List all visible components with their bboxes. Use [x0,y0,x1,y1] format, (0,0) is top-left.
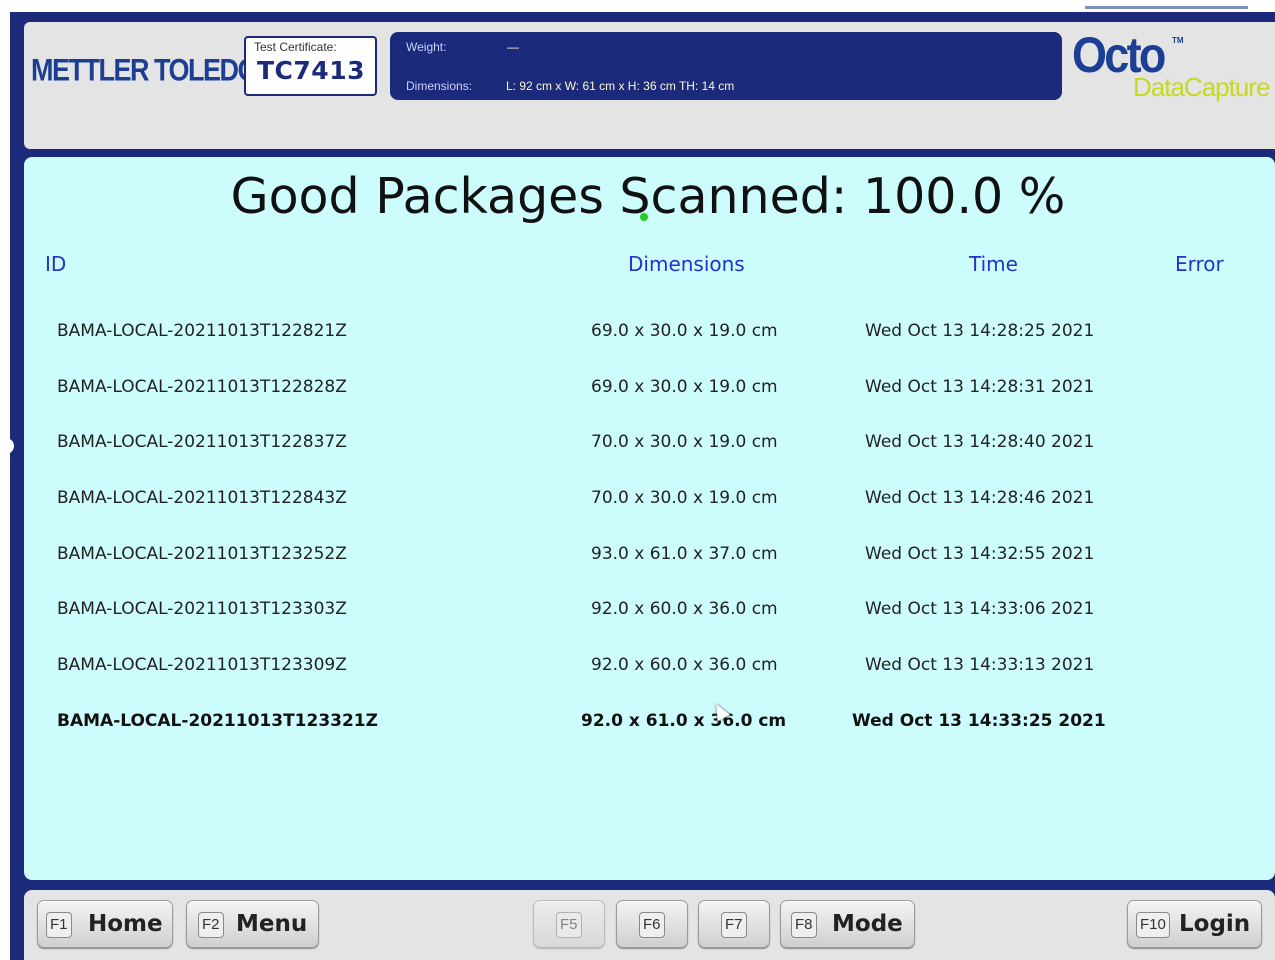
f8-mode-button[interactable]: F8 Mode [780,900,915,948]
good-packages-percentage: 100.0 % [862,168,1066,225]
f1-home-button[interactable]: F1 Home [37,900,173,948]
f7-button[interactable]: F7 [698,900,770,948]
test-certificate-code: TC7413 [257,56,365,85]
f1-key-code: F1 [46,912,72,938]
f5-button: F5 [533,900,605,948]
table-row[interactable]: BAMA-LOCAL-20211013T123303Z 92.0 x 60.0 … [0,599,1275,629]
row-id: BAMA-LOCAL-20211013T123321Z [57,711,378,731]
trademark-mark: TM [1172,36,1184,45]
column-header-error: Error [1175,252,1224,276]
row-dimensions: 92.0 x 60.0 x 36.0 cm [591,599,778,619]
top-edge-line [1085,6,1248,9]
row-dimensions: 92.0 x 61.0 x 36.0 cm [581,711,787,731]
row-id: BAMA-LOCAL-20211013T123252Z [57,544,347,564]
measurement-info-bar: Weight: — Dimensions: L: 92 cm x W: 61 c… [390,32,1062,100]
f1-key-label: Home [88,911,163,937]
f10-login-button[interactable]: F10 Login [1127,900,1262,948]
column-header-time: Time [969,252,1018,276]
row-id: BAMA-LOCAL-20211013T122828Z [57,377,347,397]
table-row-latest[interactable]: BAMA-LOCAL-20211013T123321Z 92.0 x 61.0 … [0,711,1275,741]
row-id: BAMA-LOCAL-20211013T123309Z [57,655,347,675]
dimensions-label: Dimensions: [406,79,473,93]
f8-key-label: Mode [832,911,903,937]
row-time: Wed Oct 13 14:33:06 2021 [865,599,1095,619]
table-row[interactable]: BAMA-LOCAL-20211013T123309Z 92.0 x 60.0 … [0,655,1275,685]
row-time: Wed Oct 13 14:33:25 2021 [852,711,1106,731]
column-header-id: ID [45,252,67,276]
row-time: Wed Oct 13 14:28:31 2021 [865,377,1095,397]
row-id: BAMA-LOCAL-20211013T122843Z [57,488,347,508]
table-row[interactable]: BAMA-LOCAL-20211013T122821Z 69.0 x 30.0 … [0,321,1275,351]
f8-key-code: F8 [791,912,817,938]
row-id: BAMA-LOCAL-20211013T122821Z [57,321,347,341]
title-label: Good Packages Scanned: [230,168,848,225]
weight-label: Weight: [406,40,447,54]
f6-key-code: F6 [639,912,665,938]
row-time: Wed Oct 13 14:28:46 2021 [865,488,1095,508]
row-dimensions: 70.0 x 30.0 x 19.0 cm [591,488,778,508]
row-id: BAMA-LOCAL-20211013T123303Z [57,599,347,619]
table-row[interactable]: BAMA-LOCAL-20211013T122837Z 70.0 x 30.0 … [0,432,1275,462]
row-time: Wed Oct 13 14:28:25 2021 [865,321,1095,341]
row-id: BAMA-LOCAL-20211013T122837Z [57,432,347,452]
table-row[interactable]: BAMA-LOCAL-20211013T122828Z 69.0 x 30.0 … [0,377,1275,407]
row-dimensions: 93.0 x 61.0 x 37.0 cm [591,544,778,564]
status-dot-icon [640,213,648,221]
test-certificate-box: Test Certificate: TC7413 [244,36,377,96]
table-row[interactable]: BAMA-LOCAL-20211013T122843Z 70.0 x 30.0 … [0,488,1275,518]
row-time: Wed Oct 13 14:32:55 2021 [865,544,1095,564]
column-header-dimensions: Dimensions [628,252,745,276]
row-dimensions: 70.0 x 30.0 x 19.0 cm [591,432,778,452]
datacapture-logo: DataCapture [1133,72,1270,102]
weight-value: — [507,40,519,54]
row-time: Wed Oct 13 14:28:40 2021 [865,432,1095,452]
mettler-toledo-logo: METTLER TOLEDO [31,53,259,88]
row-dimensions: 69.0 x 30.0 x 19.0 cm [591,377,778,397]
f6-button[interactable]: F6 [616,900,688,948]
page-title: Good Packages Scanned: 100.0 % [0,168,1275,225]
row-time: Wed Oct 13 14:33:13 2021 [865,655,1095,675]
f10-key-label: Login [1179,911,1251,937]
f10-key-code: F10 [1136,912,1170,938]
test-certificate-label: Test Certificate: [254,40,337,54]
f2-key-code: F2 [198,912,224,938]
table-row[interactable]: BAMA-LOCAL-20211013T123252Z 93.0 x 61.0 … [0,544,1275,574]
row-dimensions: 92.0 x 60.0 x 36.0 cm [591,655,778,675]
f2-key-label: Menu [236,911,308,937]
f2-menu-button[interactable]: F2 Menu [186,900,319,948]
f7-key-code: F7 [721,912,747,938]
dimensions-value: L: 92 cm x W: 61 cm x H: 36 cm TH: 14 cm [506,79,735,93]
row-dimensions: 69.0 x 30.0 x 19.0 cm [591,321,778,341]
f5-key-code: F5 [556,912,582,938]
